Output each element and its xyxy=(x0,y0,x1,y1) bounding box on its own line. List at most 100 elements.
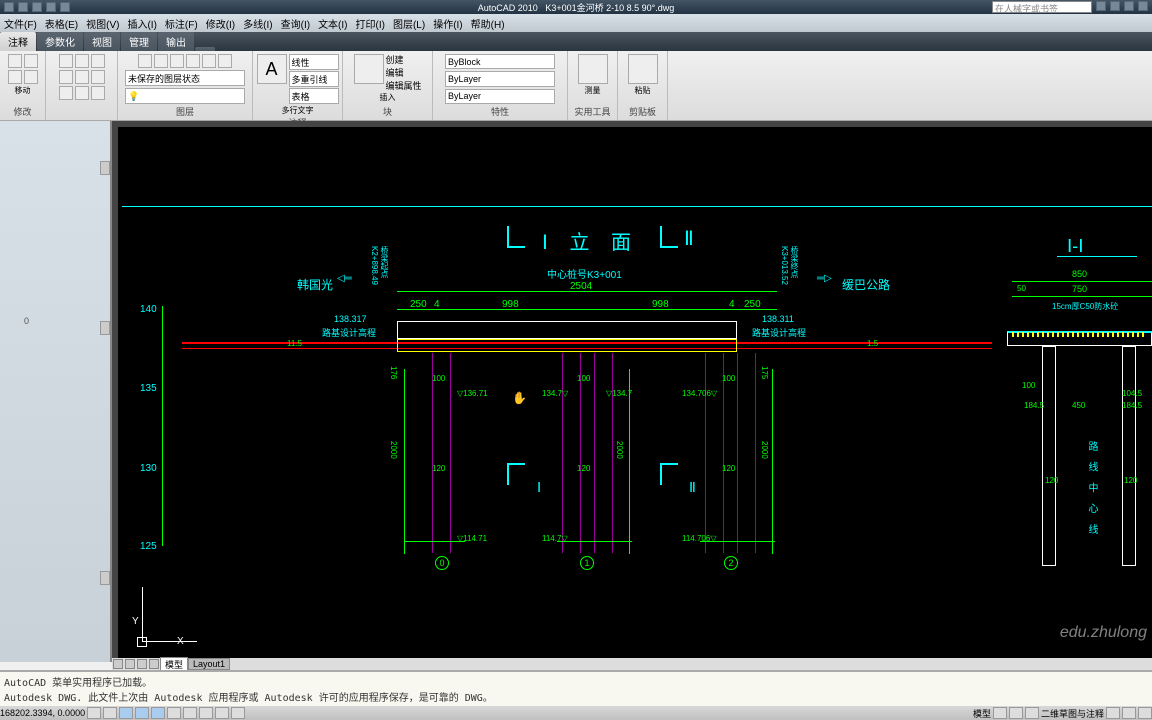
menu-file[interactable]: 文件(F) xyxy=(0,16,41,31)
datum-left: 路基设计高程 xyxy=(322,326,376,339)
copy-icon[interactable] xyxy=(8,70,22,84)
extend-icon[interactable] xyxy=(75,54,89,68)
ortho-toggle[interactable] xyxy=(119,707,133,719)
min-icon[interactable] xyxy=(1110,1,1120,11)
erase-icon[interactable] xyxy=(91,86,105,100)
close-icon[interactable] xyxy=(1138,1,1148,11)
tool-palette[interactable]: 0 xyxy=(0,121,112,662)
sec-15cm: 15cm厚C50防水砼 xyxy=(1052,301,1118,312)
qat-open-icon[interactable] xyxy=(32,2,42,12)
snap-toggle[interactable] xyxy=(87,707,101,719)
offset-icon[interactable] xyxy=(59,86,73,100)
tab-annotate[interactable]: 注释 xyxy=(0,32,36,51)
help-icon[interactable] xyxy=(1096,1,1106,11)
table-button[interactable]: 表格 xyxy=(289,88,339,104)
annoscale-icon[interactable] xyxy=(1025,707,1039,719)
line-icon[interactable] xyxy=(8,54,22,68)
qat-print-icon[interactable] xyxy=(60,2,70,12)
max-icon[interactable] xyxy=(1124,1,1134,11)
palette-scroll-icon[interactable] xyxy=(100,571,110,585)
linear-dim-button[interactable]: 线性 xyxy=(289,54,339,70)
sb-lock-icon[interactable] xyxy=(1122,707,1136,719)
layer-off-icon[interactable] xyxy=(202,54,216,68)
menu-table[interactable]: 表格(E) xyxy=(41,16,82,31)
layer-lock-icon[interactable] xyxy=(186,54,200,68)
layout-next-icon[interactable] xyxy=(137,659,147,669)
fillet-icon[interactable] xyxy=(91,54,105,68)
scale-icon[interactable] xyxy=(75,70,89,84)
ws-dropdown-icon[interactable] xyxy=(1106,707,1120,719)
paste-icon[interactable] xyxy=(628,54,658,84)
rotate-icon[interactable] xyxy=(24,70,38,84)
lineweight-dropdown[interactable]: ByLayer xyxy=(445,71,555,86)
grid-toggle[interactable] xyxy=(103,707,117,719)
model-space-label[interactable]: 模型 xyxy=(973,707,991,720)
sec-pier-l xyxy=(1042,346,1056,566)
layer-prop-icon[interactable] xyxy=(138,54,152,68)
tab-param[interactable]: 参数化 xyxy=(37,32,83,51)
layer-iso-icon[interactable] xyxy=(154,54,168,68)
menu-query[interactable]: 查询(I) xyxy=(277,16,314,31)
app-menu-icon[interactable] xyxy=(4,2,14,12)
move-icon[interactable] xyxy=(24,54,38,68)
qat-save-icon[interactable] xyxy=(46,2,56,12)
stretch-icon[interactable] xyxy=(75,86,89,100)
menu-modify[interactable]: 修改(I) xyxy=(202,16,239,31)
menu-text[interactable]: 文本(I) xyxy=(314,16,351,31)
cmd-line-1: AutoCAD 菜单实用程序已加载。 xyxy=(4,674,1148,689)
lwt-toggle[interactable] xyxy=(215,707,229,719)
coords-display[interactable]: 168202.3394, 0.0000 xyxy=(0,708,85,718)
otrack-toggle[interactable] xyxy=(167,707,181,719)
layout-first-icon[interactable] xyxy=(113,659,123,669)
tab-manage[interactable]: 管理 xyxy=(121,32,157,51)
mirror-icon[interactable] xyxy=(59,70,73,84)
layer-state-dropdown[interactable]: 未保存的图层状态 xyxy=(125,70,245,86)
pile-w-2: 120 xyxy=(722,464,735,473)
sb-btn-2[interactable] xyxy=(1009,707,1023,719)
layout-last-icon[interactable] xyxy=(149,659,159,669)
qat-new-icon[interactable] xyxy=(18,2,28,12)
sb-btn-1[interactable] xyxy=(993,707,1007,719)
polar-toggle[interactable] xyxy=(135,707,149,719)
menu-view[interactable]: 视图(V) xyxy=(82,16,123,31)
linetype-dropdown[interactable]: ByLayer xyxy=(445,89,555,104)
trim-icon[interactable] xyxy=(59,54,73,68)
menu-help[interactable]: 帮助(H) xyxy=(467,16,509,31)
tab-output[interactable]: 输出 xyxy=(158,32,194,51)
osnap-toggle[interactable] xyxy=(151,707,165,719)
pier-2l-r xyxy=(723,353,724,553)
color-dropdown[interactable]: ByBlock xyxy=(445,54,555,69)
command-line[interactable]: AutoCAD 菜单实用程序已加载。 Autodesk DWG. 此文件上次由 … xyxy=(0,670,1152,706)
drawing-area[interactable]: Ⅰ 立 面 Ⅱ Ⅰ-Ⅰ 中心桩号K3+001 韩国光 ◁═ 缓巴公路 ═▷ 1 xyxy=(112,121,1152,662)
menu-insert[interactable]: 插入(I) xyxy=(123,16,160,31)
menu-op[interactable]: 操作(I) xyxy=(429,16,466,31)
ribbon: 移动 修改 未保存的图层状态 💡 图层 A 线性 多重引线 表格 多行文字 注释… xyxy=(0,51,1152,121)
dyn-toggle[interactable] xyxy=(199,707,213,719)
palette-scroll-down-icon[interactable] xyxy=(100,321,110,335)
elev-135: 135 xyxy=(140,383,157,394)
text-icon[interactable]: A xyxy=(257,54,287,84)
create-block-button[interactable]: 创建 xyxy=(385,53,421,66)
insert-block-icon[interactable] xyxy=(354,54,384,84)
layout-prev-icon[interactable] xyxy=(125,659,135,669)
edit-block-button[interactable]: 编辑 xyxy=(385,66,421,79)
qp-toggle[interactable] xyxy=(231,707,245,719)
layer-more-icon[interactable] xyxy=(218,54,232,68)
sb-clean-icon[interactable] xyxy=(1138,707,1152,719)
mleader-button[interactable]: 多重引线 xyxy=(289,71,339,87)
measure-icon[interactable] xyxy=(578,54,608,84)
edit-attr-button[interactable]: 编辑属性 xyxy=(385,79,421,92)
menu-layer[interactable]: 图层(L) xyxy=(389,16,429,31)
menu-mline[interactable]: 多线(I) xyxy=(239,16,276,31)
palette-scroll-up-icon[interactable] xyxy=(100,161,110,175)
workspace-label[interactable]: 二维草图与注释 xyxy=(1041,707,1104,720)
ducs-toggle[interactable] xyxy=(183,707,197,719)
array-icon[interactable] xyxy=(91,70,105,84)
menu-dim[interactable]: 标注(F) xyxy=(161,16,202,31)
search-input[interactable]: 在人械字或书签 xyxy=(992,1,1092,13)
layer-freeze-icon[interactable] xyxy=(170,54,184,68)
layer-dropdown[interactable]: 💡 xyxy=(125,88,245,104)
layout-tab-layout1[interactable]: Layout1 xyxy=(188,658,230,670)
tab-view[interactable]: 视图 xyxy=(84,32,120,51)
menu-print[interactable]: 打印(I) xyxy=(352,16,389,31)
